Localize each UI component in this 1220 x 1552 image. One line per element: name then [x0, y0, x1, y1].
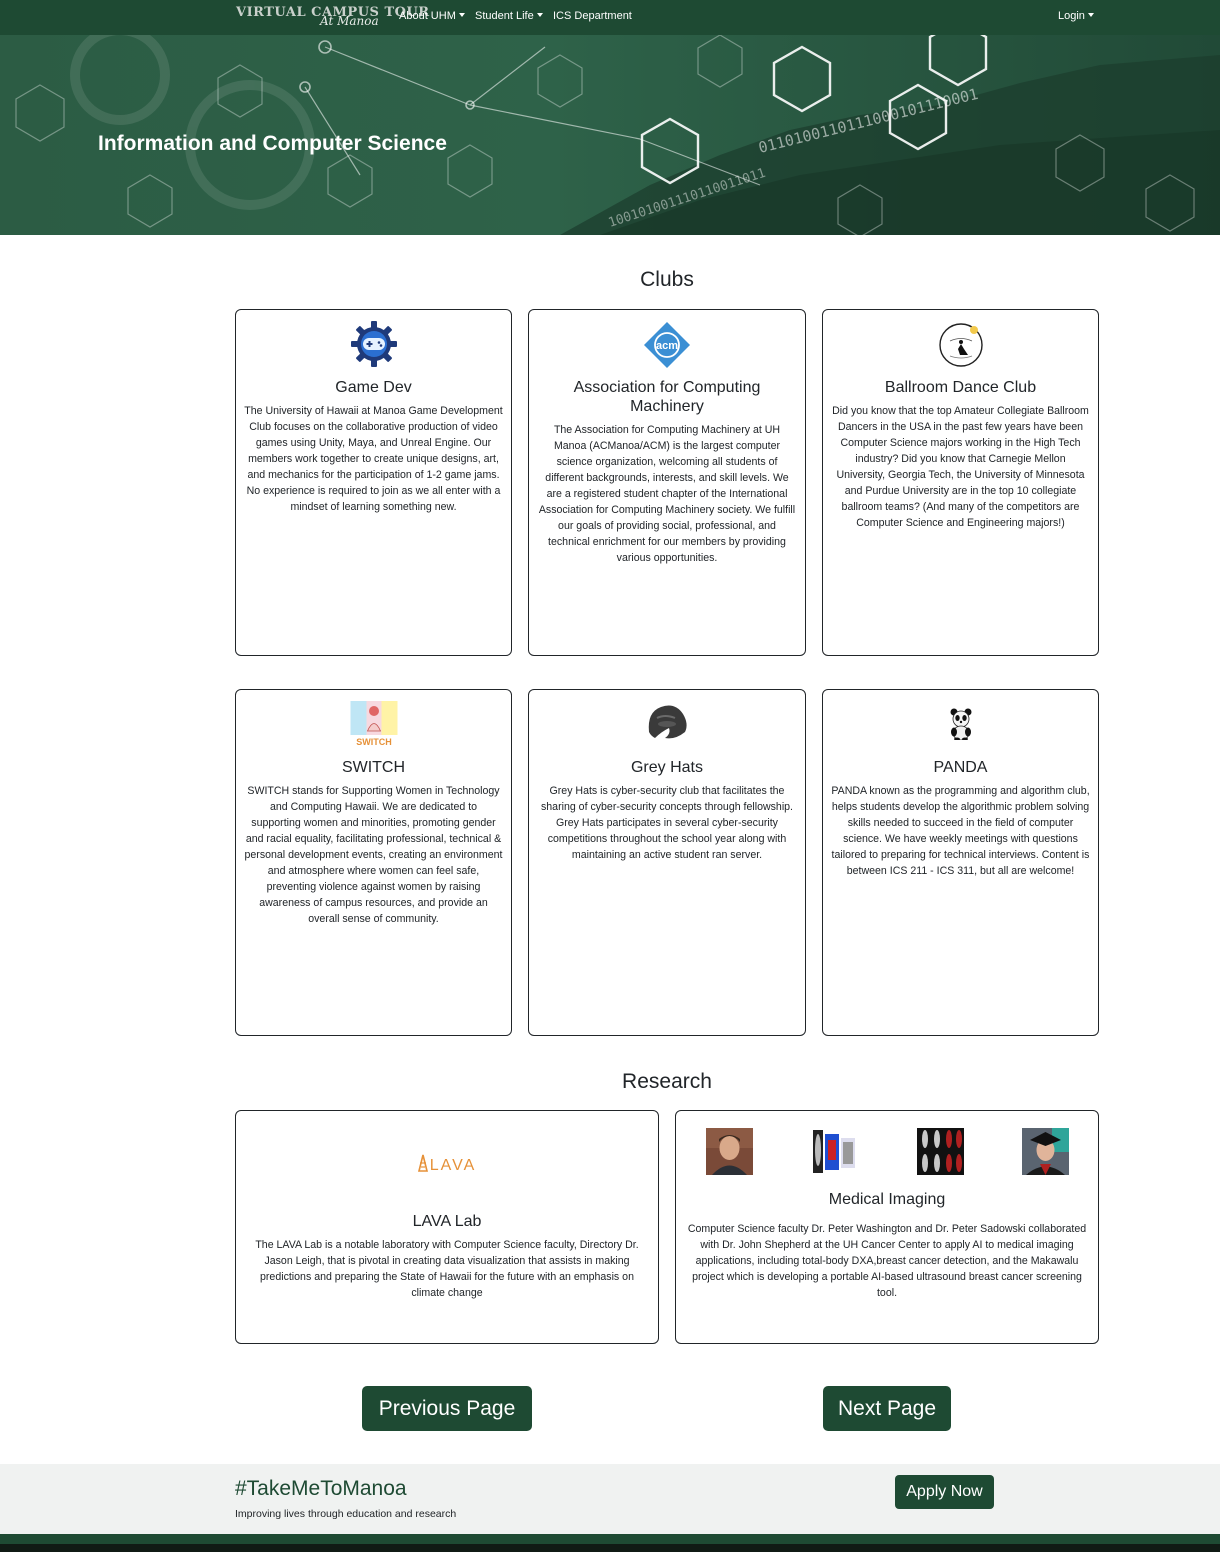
- gamepad-gear-icon: [350, 321, 397, 367]
- clubs-heading: Clubs: [640, 268, 694, 291]
- club-card-switch: SWITCH SWITCH SWITCH stands for Supporti…: [235, 689, 512, 1036]
- grey-hat-logo-icon: [648, 705, 687, 739]
- nav-about-uhm-dropdown[interactable]: About UHM: [399, 10, 465, 22]
- research-card-lava-lab: LAVA LAVA Lab The LAVA Lab is a notable …: [235, 1110, 659, 1344]
- login-label: Login: [1058, 10, 1085, 22]
- card-title: LAVA Lab: [412, 1213, 482, 1230]
- caret-down-icon: [458, 13, 465, 17]
- login-dropdown[interactable]: Login: [1058, 10, 1094, 22]
- brand-subtitle: At Manoa: [320, 14, 379, 28]
- previous-page-button[interactable]: Previous Page: [362, 1386, 532, 1431]
- nav-ics-department-link[interactable]: ICS Department: [553, 10, 632, 22]
- faculty-portrait-image: [706, 1128, 753, 1175]
- tagline: Improving lives through education and re…: [235, 1508, 457, 1520]
- research-heading: Research: [622, 1070, 712, 1093]
- nav-about-uhm-label: About UHM: [399, 10, 456, 22]
- page-title: Information and Computer Science: [98, 132, 447, 155]
- navbar: VIRTUAL CAMPUS TOUR At Manoa About UHM S…: [0, 0, 1220, 35]
- card-text: PANDA known as the programming and algor…: [831, 785, 1090, 877]
- card-text: The Association for Computing Machinery …: [538, 424, 796, 564]
- hashtag-heading: #TakeMeToManoa: [235, 1477, 407, 1500]
- card-title: Game Dev: [335, 379, 412, 396]
- acm-logo-icon: acm: [644, 322, 690, 368]
- card-text: Did you know that the top Amateur Colleg…: [832, 405, 1089, 529]
- card-title: Grey Hats: [630, 759, 703, 776]
- club-card-acm: acm Association for Computing Machinery …: [528, 309, 806, 656]
- card-text: Computer Science faculty Dr. Peter Washi…: [687, 1223, 1087, 1299]
- card-text: The University of Hawaii at Manoa Game D…: [244, 405, 503, 513]
- caret-down-icon: [536, 13, 543, 17]
- card-title: Medical Imaging: [828, 1191, 946, 1208]
- club-card-game-dev: Game Dev The University of Hawaii at Man…: [235, 309, 512, 656]
- card-text: SWITCH stands for Supporting Women in Te…: [244, 785, 503, 925]
- hero-banner: 0110100110111000101110001 10010100111011…: [0, 35, 1220, 235]
- club-card-panda: PANDA PANDA known as the programming and…: [822, 689, 1099, 1036]
- dxa-scan-image: [811, 1128, 858, 1175]
- research-card-medical-imaging: Medical Imaging Computer Science faculty…: [675, 1110, 1099, 1344]
- card-title: Ballroom Dance Club: [884, 379, 1037, 396]
- switch-logo-text: SWITCH: [356, 737, 392, 747]
- card-title: Association for Computing Machinery: [573, 379, 761, 415]
- card-title: PANDA: [933, 759, 988, 776]
- card-text: Grey Hats is cyber-security club that fa…: [540, 785, 794, 861]
- panda-logo-icon: [950, 708, 971, 740]
- switch-logo-icon: SWITCH: [350, 701, 397, 747]
- footer-bar: [0, 1534, 1220, 1552]
- card-text: The LAVA Lab is a notable laboratory wit…: [255, 1239, 639, 1299]
- brand-logo[interactable]: VIRTUAL CAMPUS TOUR At Manoa: [236, 5, 429, 29]
- club-card-grey-hats: Grey Hats Grey Hats is cyber-security cl…: [528, 689, 806, 1036]
- caret-down-icon: [1087, 13, 1094, 17]
- graduate-portrait-image: [1022, 1128, 1069, 1175]
- next-page-button[interactable]: Next Page: [823, 1386, 951, 1431]
- nav-student-life-dropdown[interactable]: Student Life: [475, 10, 543, 22]
- lava-logo-icon: LAVA: [417, 1154, 477, 1173]
- apply-now-button[interactable]: Apply Now: [895, 1475, 994, 1509]
- card-title: SWITCH: [341, 759, 406, 776]
- nav-ics-department-label: ICS Department: [553, 10, 632, 22]
- acm-logo-text: acm: [656, 340, 678, 352]
- club-card-ballroom-dance: Ballroom Dance Club Did you know that th…: [822, 309, 1099, 656]
- body-scan-grid-image: [917, 1128, 964, 1175]
- footer-cta: #TakeMeToManoa Improving lives through e…: [0, 1464, 1220, 1534]
- nav-student-life-label: Student Life: [475, 10, 534, 22]
- lava-logo-text: LAVA: [430, 1157, 477, 1173]
- ballroom-logo-icon: [938, 323, 983, 367]
- footer-strip: [0, 1544, 1220, 1552]
